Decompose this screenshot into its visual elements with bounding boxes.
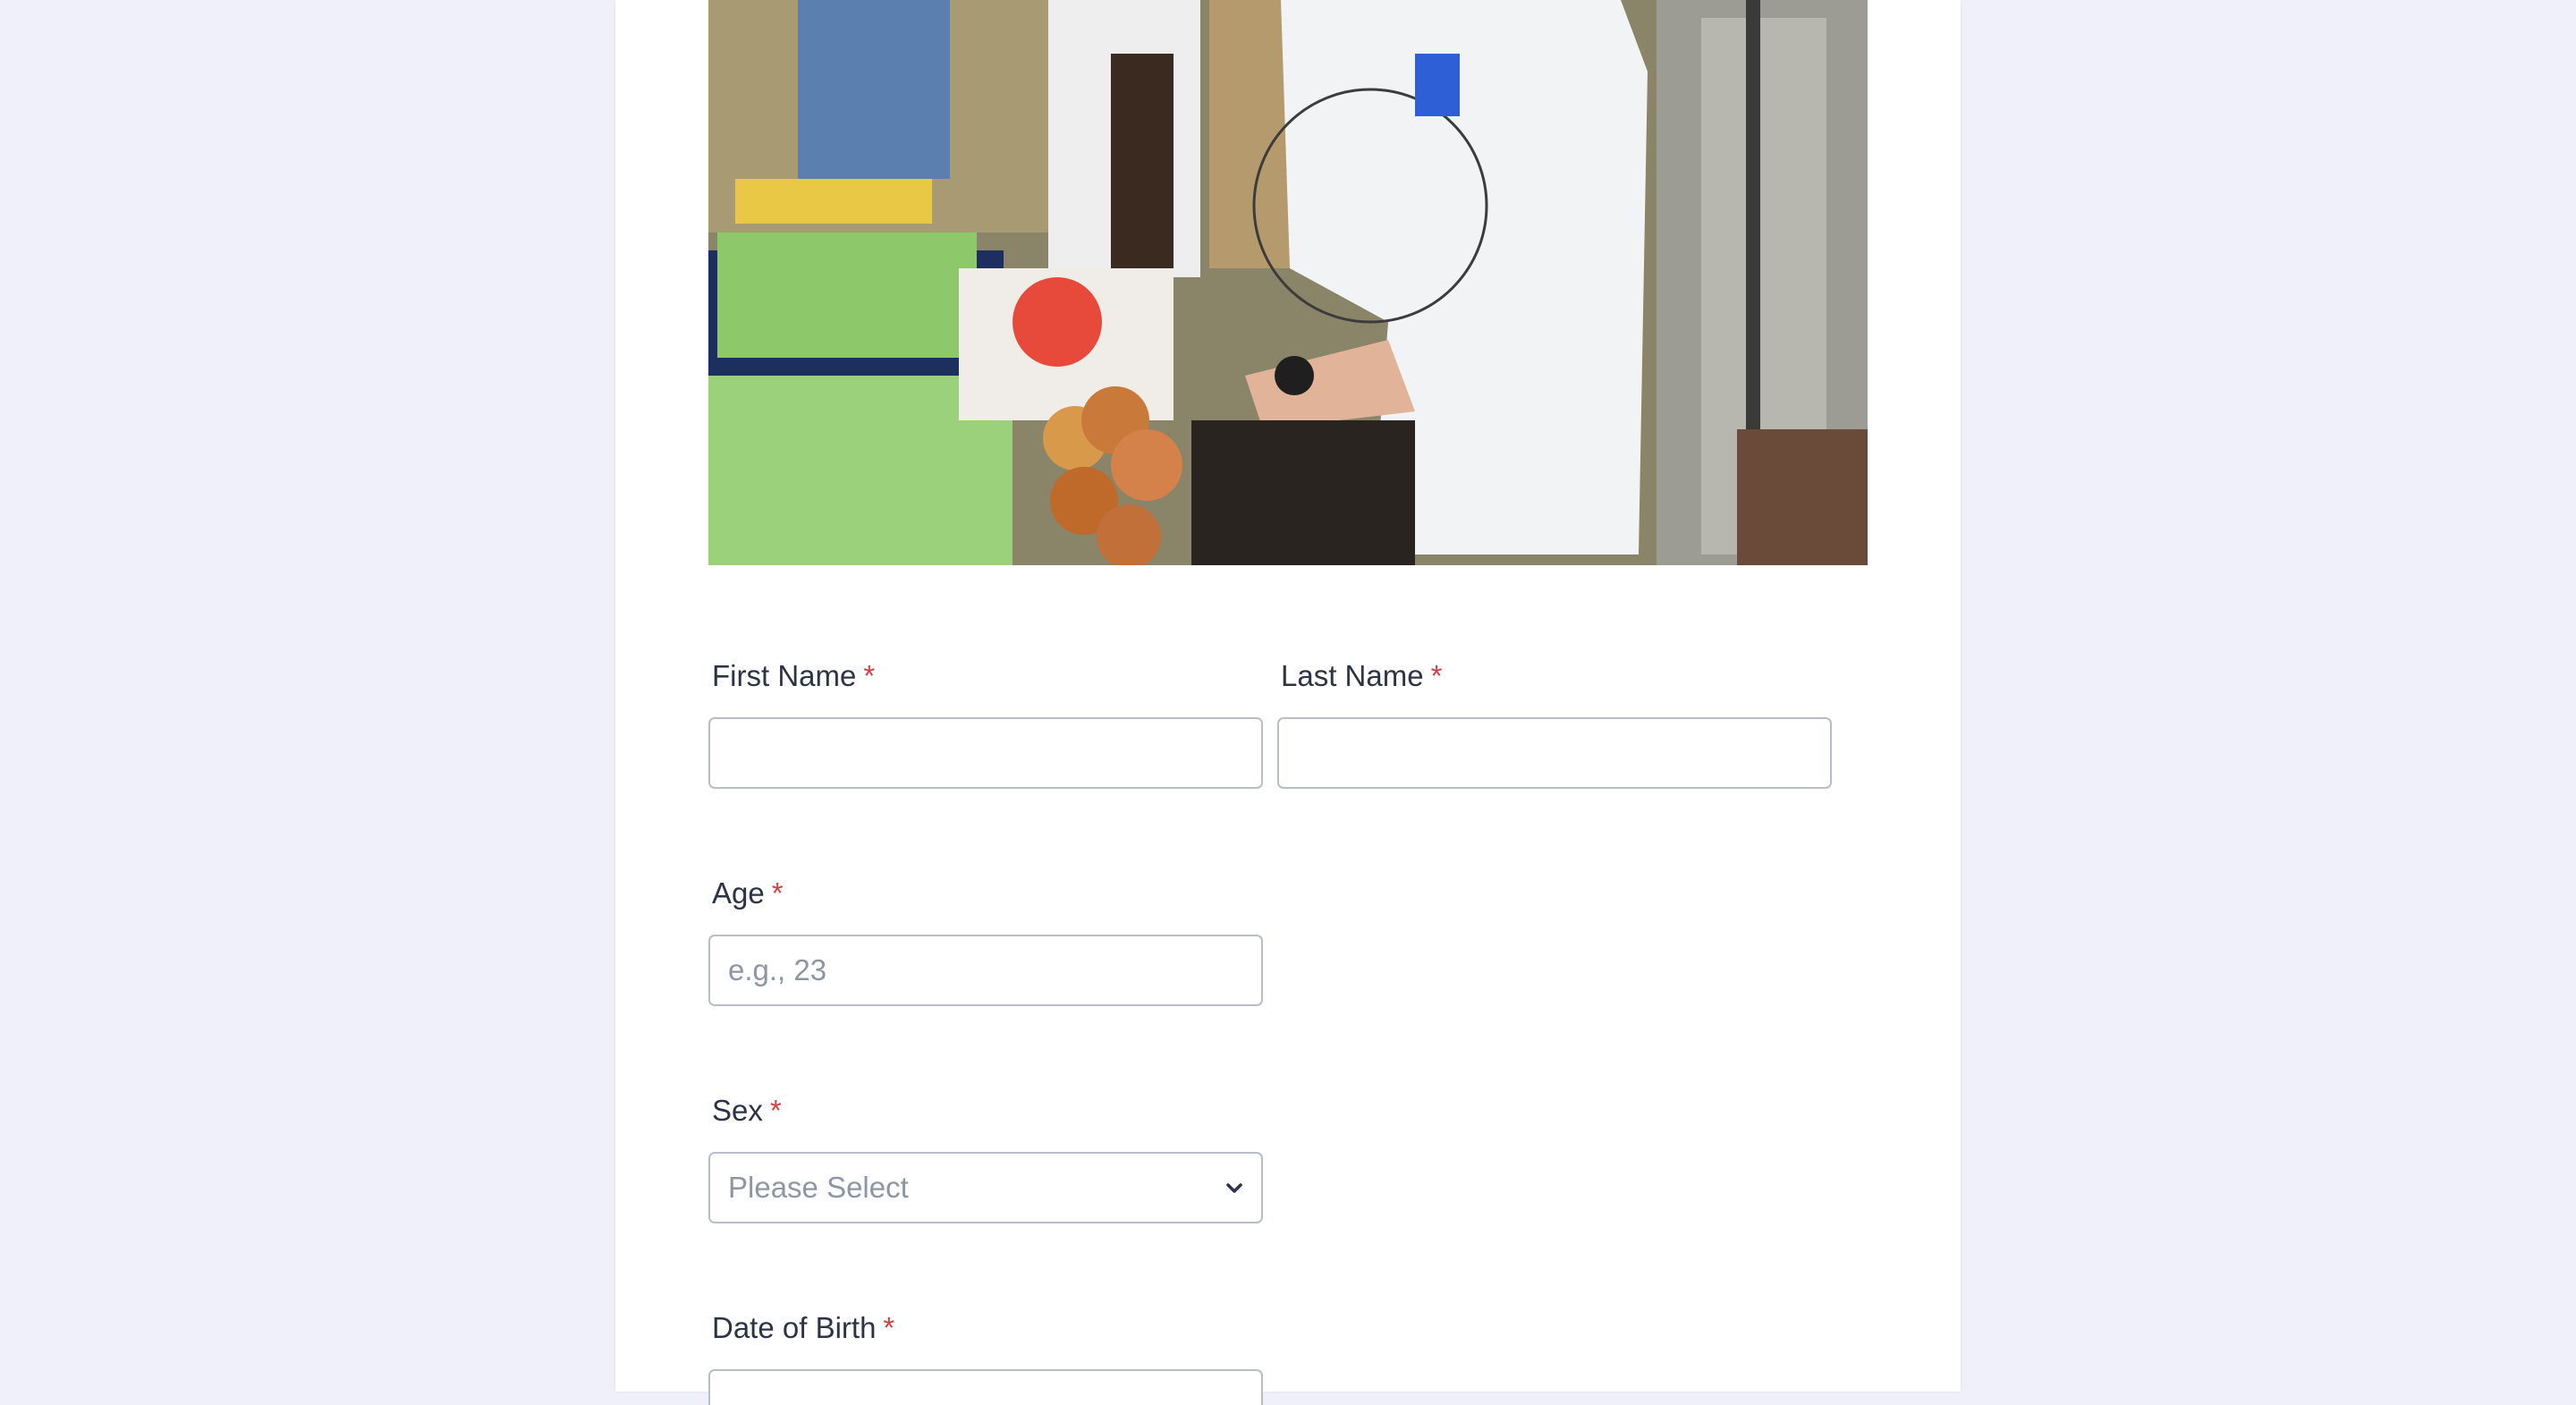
first-name-required-mark: * [863, 659, 876, 692]
dob-required-mark: * [883, 1311, 895, 1344]
sex-label-text: Sex [712, 1094, 763, 1127]
sex-selected-value: Please Select [728, 1171, 909, 1204]
sex-label: Sex * [712, 1093, 782, 1129]
dob-label-text: Date of Birth [712, 1311, 877, 1344]
first-name-label: First Name * [712, 658, 875, 694]
age-label: Age * [712, 876, 784, 911]
last-name-label: Last Name * [1281, 658, 1442, 694]
sex-select[interactable]: Please Select [708, 1152, 1263, 1223]
first-name-input[interactable] [708, 717, 1263, 789]
age-required-mark: * [771, 876, 784, 910]
form-card: First Name* Last Name* Age* Sex* Please … [615, 0, 1961, 1405]
last-name-required-mark: * [1430, 659, 1443, 692]
dob-input[interactable] [708, 1369, 1263, 1405]
volunteer-photo [708, 0, 1868, 565]
dob-label: Date of Birth * [712, 1310, 894, 1346]
sex-required-mark: * [769, 1094, 782, 1127]
last-name-label-text: Last Name [1281, 659, 1424, 692]
last-name-input[interactable] [1277, 717, 1832, 789]
age-input[interactable] [708, 935, 1263, 1006]
age-label-text: Age [712, 876, 765, 910]
first-name-label-text: First Name [712, 659, 857, 692]
chevron-down-icon [1224, 1178, 1245, 1199]
